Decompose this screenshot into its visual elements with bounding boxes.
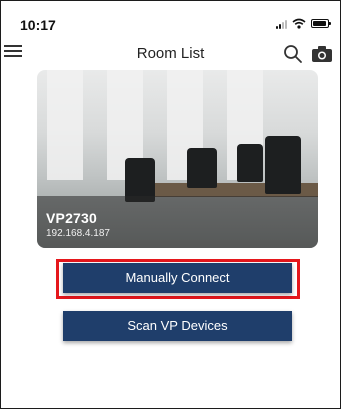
status-time: 10:17 xyxy=(20,17,56,33)
camera-icon[interactable] xyxy=(311,45,333,63)
battery-icon xyxy=(311,19,331,28)
room-image-window xyxy=(47,70,83,180)
status-icons xyxy=(276,18,331,29)
room-name: VP2730 xyxy=(46,210,98,226)
wifi-icon xyxy=(292,18,306,29)
scan-vp-devices-button[interactable]: Scan VP Devices xyxy=(63,311,292,341)
room-image-chair xyxy=(237,144,263,182)
signal-icon xyxy=(276,19,287,29)
search-icon[interactable] xyxy=(283,44,303,64)
manually-connect-button[interactable]: Manually Connect xyxy=(63,263,292,293)
room-card[interactable]: VP2730 192.168.4.187 xyxy=(37,70,318,248)
room-image-chair xyxy=(265,136,301,194)
nav-bar: Room List xyxy=(0,38,341,68)
room-ip: 192.168.4.187 xyxy=(46,228,110,239)
room-image-chair xyxy=(187,148,217,188)
